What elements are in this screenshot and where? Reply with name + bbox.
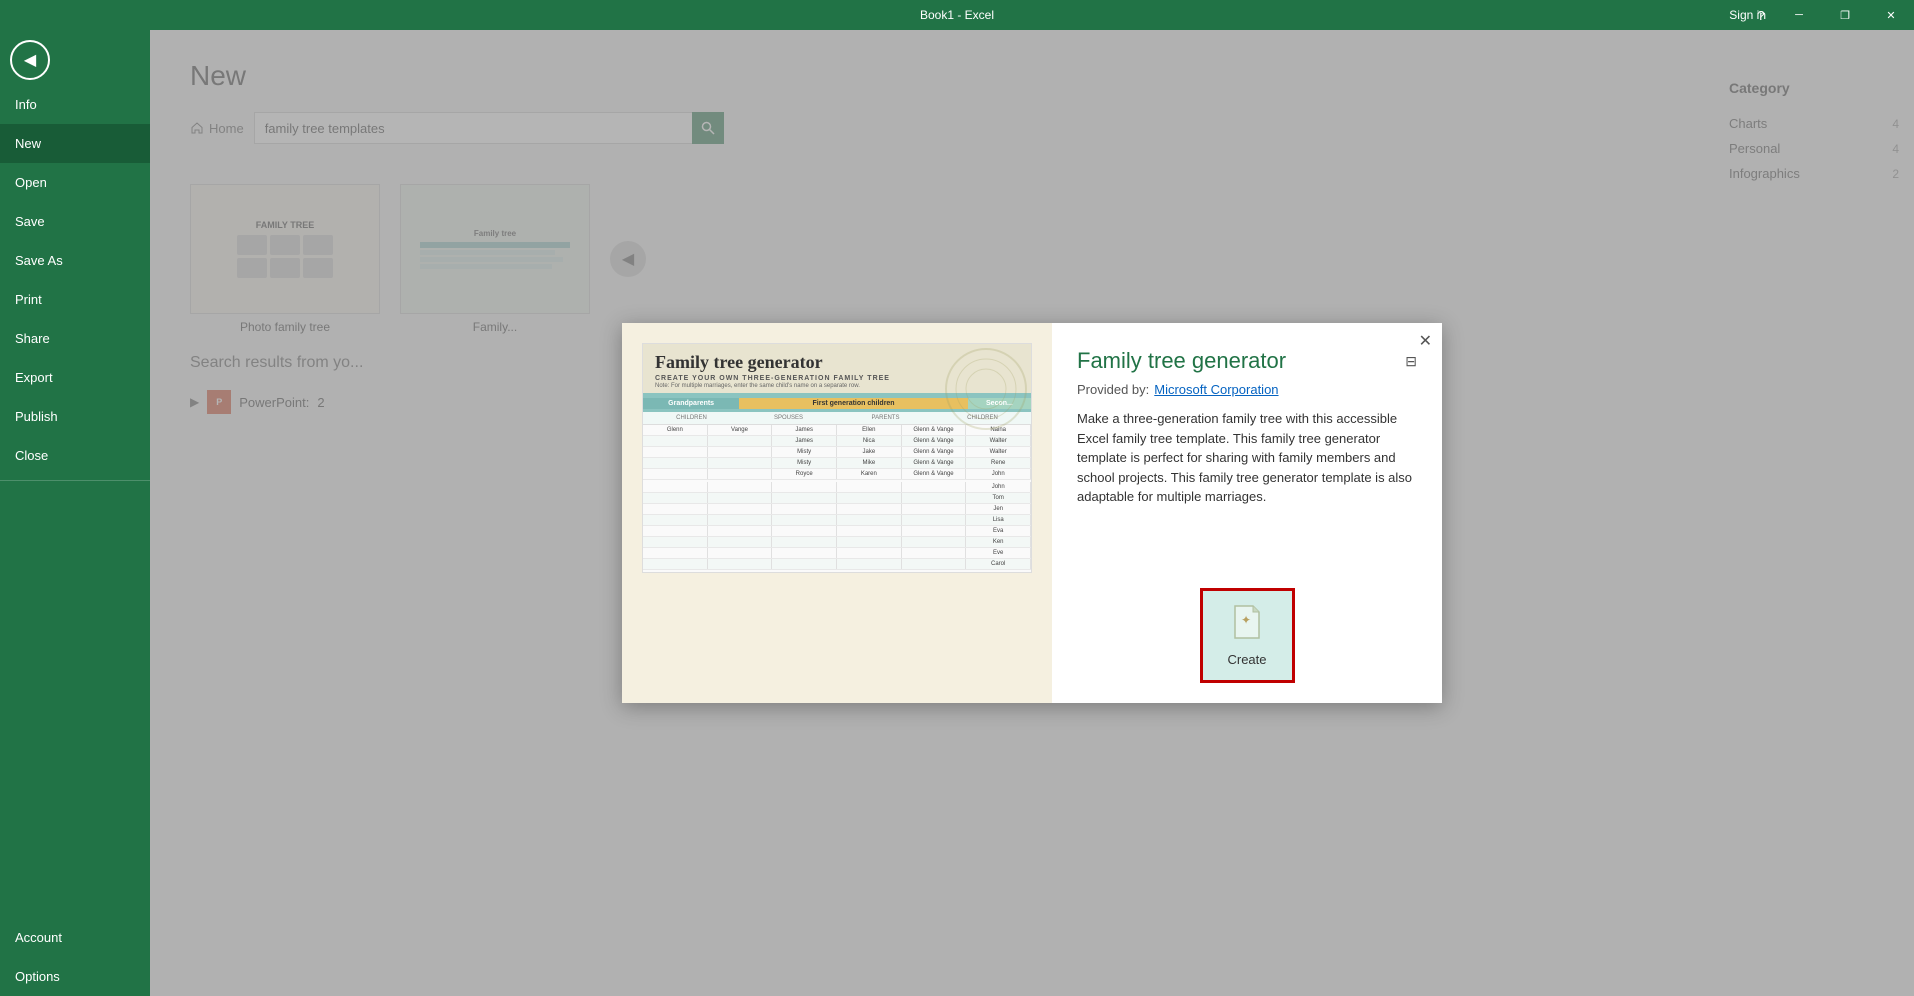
sidebar-item-save[interactable]: Save xyxy=(0,202,150,241)
modal-dialog: ✕ ⊟ Fam xyxy=(622,323,1442,703)
sign-in-link[interactable]: Sign in xyxy=(1721,0,1774,30)
sidebar: ◀ Info New Open Save Save As Print Share… xyxy=(0,30,150,996)
sidebar-item-export[interactable]: Export xyxy=(0,358,150,397)
sub-col-spouses: SPOUSES xyxy=(740,414,837,422)
sub-col-parents: PARENTS xyxy=(837,414,934,422)
restore-btn[interactable]: ❐ xyxy=(1822,0,1868,30)
ft-row-5: Royce Karen Glenn & Vange John xyxy=(643,469,1031,480)
provider-link[interactable]: Microsoft Corporation xyxy=(1154,382,1278,397)
modal-create-area: ✦ Create xyxy=(1077,588,1417,683)
close-window-btn[interactable]: ✕ xyxy=(1868,0,1914,30)
sidebar-item-close[interactable]: Close xyxy=(0,436,150,475)
main-content: New Home xyxy=(150,30,1914,996)
ft-preview: Family tree generator CREATE YOUR OWN TH… xyxy=(642,343,1032,573)
create-label: Create xyxy=(1227,652,1266,667)
sidebar-item-open[interactable]: Open xyxy=(0,163,150,202)
window-title: Book1 - Excel xyxy=(920,8,994,22)
ft-row-3: Misty Jake Glenn & Vange Walter xyxy=(643,447,1031,458)
sidebar-item-save-as[interactable]: Save As xyxy=(0,241,150,280)
col-header-first-gen: First generation children xyxy=(739,398,968,409)
svg-text:✦: ✦ xyxy=(1241,613,1251,627)
sub-col-children: CHILDREN xyxy=(643,414,740,422)
sidebar-item-options[interactable]: Options xyxy=(0,957,150,996)
ft-row-6: John xyxy=(643,482,1031,493)
sidebar-divider xyxy=(0,480,150,481)
sidebar-item-share[interactable]: Share xyxy=(0,319,150,358)
modal-info-panel: Family tree generator Provided by: Micro… xyxy=(1052,323,1442,703)
back-button[interactable]: ◀ xyxy=(10,40,50,80)
sidebar-item-info[interactable]: Info xyxy=(0,85,150,124)
modal-expand-icon[interactable]: ⊟ xyxy=(1405,353,1417,370)
sidebar-bottom: Account Options xyxy=(0,918,150,996)
modal-close-button[interactable]: ✕ xyxy=(1419,331,1432,351)
new-document-icon: ✦ xyxy=(1231,604,1263,640)
col-header-grandparents: Grandparents xyxy=(643,398,739,409)
sidebar-item-new[interactable]: New xyxy=(0,124,150,163)
window-controls: ─ ❐ ✕ xyxy=(1776,0,1914,30)
create-icon: ✦ xyxy=(1231,604,1263,647)
ft-row-2: James Nica Glenn & Vange Walter xyxy=(643,436,1031,447)
create-button[interactable]: ✦ Create xyxy=(1200,588,1295,683)
modal-description: Make a three-generation family tree with… xyxy=(1077,409,1417,568)
sidebar-item-account[interactable]: Account xyxy=(0,918,150,957)
modal-provided-by: Provided by: Microsoft Corporation xyxy=(1077,382,1417,397)
modal-template-title: Family tree generator xyxy=(1077,348,1417,374)
minimize-btn[interactable]: ─ xyxy=(1776,0,1822,30)
title-bar: Book1 - Excel ? Sign in ─ ❐ ✕ xyxy=(0,0,1914,30)
ft-row-4: Misty Mike Glenn & Vange Rene xyxy=(643,458,1031,469)
decoration xyxy=(941,344,1031,434)
modal-backdrop: ✕ ⊟ Fam xyxy=(150,30,1914,996)
sidebar-item-print[interactable]: Print xyxy=(0,280,150,319)
sidebar-item-publish[interactable]: Publish xyxy=(0,397,150,436)
modal-preview-panel: Family tree generator CREATE YOUR OWN TH… xyxy=(622,323,1052,703)
